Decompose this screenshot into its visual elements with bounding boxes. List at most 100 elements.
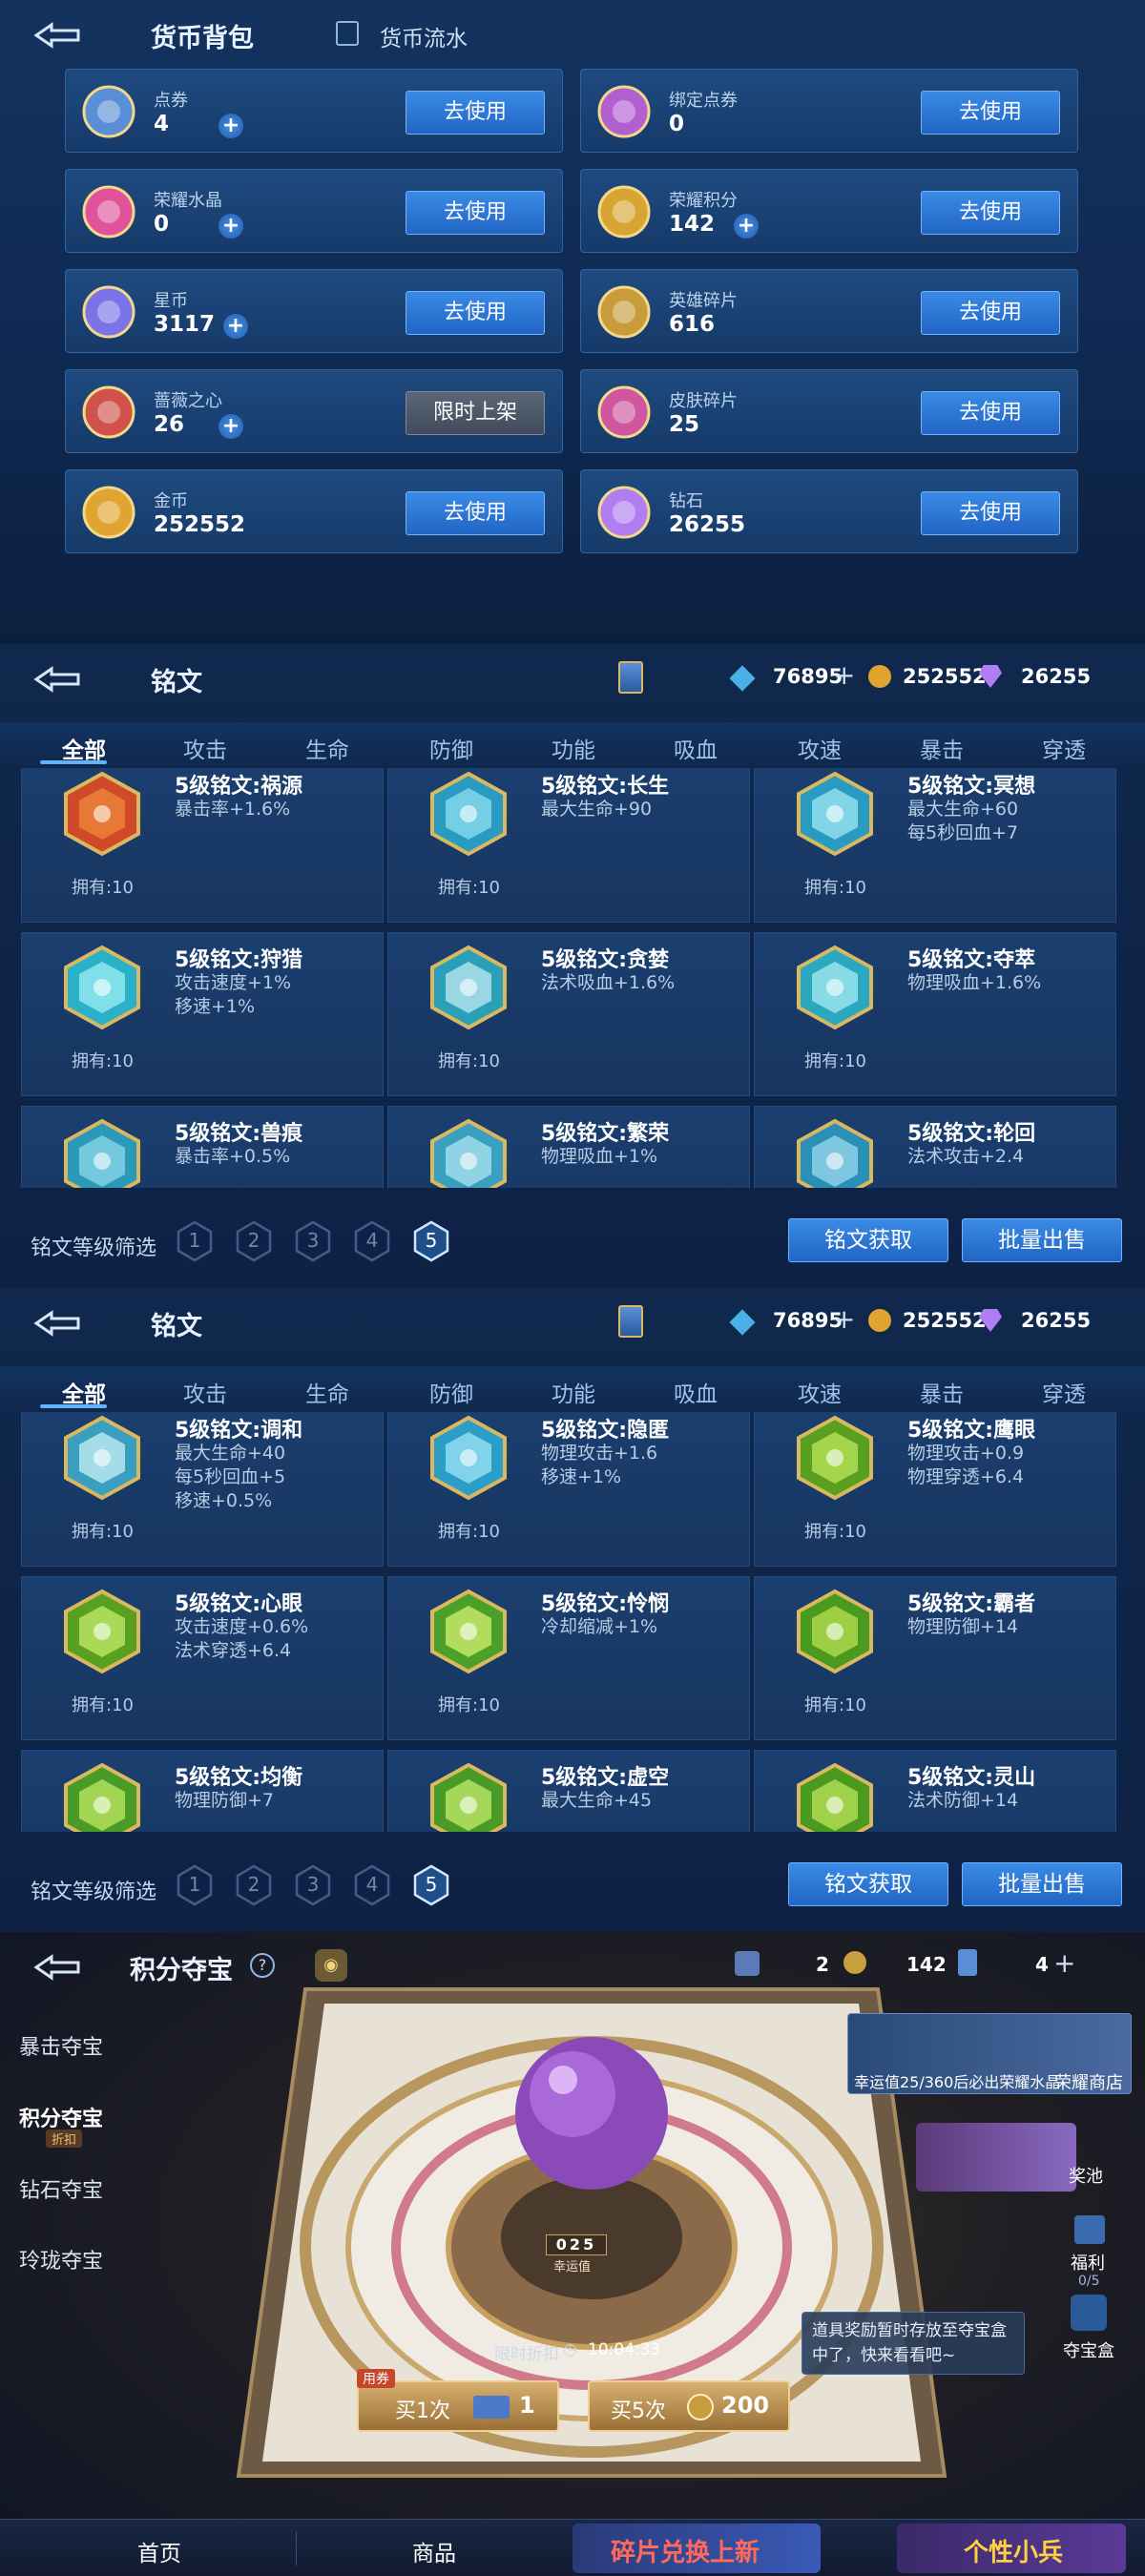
gift-icon[interactable] bbox=[1074, 2215, 1105, 2244]
prize-pool-banner[interactable] bbox=[916, 2123, 1076, 2192]
tab-rune-category[interactable]: 全部 bbox=[62, 1376, 106, 1408]
level-filter-button[interactable]: 5 bbox=[412, 1220, 450, 1262]
bag-icon[interactable]: ◉ bbox=[315, 1949, 347, 1982]
rune-card[interactable]: 5级铭文:怜悯 冷却缩减+1% 拥有:10 bbox=[387, 1576, 750, 1740]
buy-once-button[interactable]: 买1次 1 bbox=[357, 2380, 559, 2432]
tab-rune-category[interactable]: 穿透 bbox=[1042, 732, 1086, 764]
back-icon[interactable] bbox=[29, 1307, 86, 1340]
tab-exquisite-treasure[interactable]: 玲珑夺宝 bbox=[19, 2244, 103, 2275]
rune-card[interactable]: 5级铭文:均衡 物理防御+7 bbox=[21, 1750, 384, 1832]
use-currency-button[interactable]: 去使用 bbox=[406, 91, 545, 135]
add-currency-button[interactable]: + bbox=[223, 314, 248, 339]
batch-sell-button[interactable]: 批量出售 bbox=[962, 1218, 1122, 1262]
rune-card[interactable]: 5级铭文:长生 最大生命+90 拥有:10 bbox=[387, 768, 750, 923]
tab-rune-category[interactable]: 暴击 bbox=[920, 732, 964, 764]
rune-card[interactable]: 5级铭文:狩猎 攻击速度+1% 移速+1% 拥有:10 bbox=[21, 932, 384, 1096]
back-icon[interactable] bbox=[29, 19, 86, 52]
treasure-box-icon[interactable] bbox=[1071, 2295, 1107, 2331]
rune-stat: 攻击速度+1% bbox=[175, 972, 292, 993]
get-rune-button[interactable]: 铭文获取 bbox=[788, 1862, 948, 1906]
tab-rune-category[interactable]: 功能 bbox=[552, 1376, 595, 1408]
currency-card: 蔷薇之心 26 + 限时上架 bbox=[65, 369, 563, 453]
tab-crit-treasure[interactable]: 暴击夺宝 bbox=[19, 2030, 103, 2061]
use-currency-button[interactable]: 去使用 bbox=[921, 191, 1060, 235]
tab-rune-category[interactable]: 生命 bbox=[305, 1376, 349, 1408]
rune-card[interactable]: 5级铭文:隐匿 物理攻击+1.6 移速+1% 拥有:10 bbox=[387, 1412, 750, 1567]
rune-card[interactable]: 5级铭文:鹰眼 物理攻击+0.9 物理穿透+6.4 拥有:10 bbox=[754, 1412, 1116, 1567]
rune-card[interactable]: 5级铭文:灵山 法术防御+14 bbox=[754, 1750, 1116, 1832]
add-crystal-button[interactable]: + bbox=[833, 1303, 855, 1335]
use-currency-button[interactable]: 限时上架 bbox=[406, 391, 545, 435]
rune-card[interactable]: 5级铭文:祸源 暴击率+1.6% 拥有:10 bbox=[21, 768, 384, 923]
level-filter-button[interactable]: 1 bbox=[176, 1864, 214, 1906]
tab-rune-category[interactable]: 吸血 bbox=[674, 732, 718, 764]
level-filter-button[interactable]: 2 bbox=[235, 1864, 273, 1906]
rune-book-icon[interactable] bbox=[618, 1305, 643, 1338]
tab-rune-category[interactable]: 攻速 bbox=[798, 1376, 842, 1408]
gold-count: 252552 bbox=[903, 665, 987, 688]
rune-name: 5级铭文:虚空 bbox=[541, 1766, 670, 1790]
fragment-exchange-banner[interactable]: 碎片兑换上新 bbox=[572, 2524, 821, 2573]
tab-currency-flow[interactable]: 货币流水 bbox=[380, 20, 468, 52]
tab-rune-category[interactable]: 攻击 bbox=[183, 1376, 227, 1408]
rune-card[interactable]: 5级铭文:心眼 攻击速度+0.6% 法术穿透+6.4 拥有:10 bbox=[21, 1576, 384, 1740]
honor-points-icon bbox=[687, 2394, 714, 2420]
prize-pool-label[interactable]: 奖池 bbox=[1069, 2163, 1103, 2188]
minion-skin-banner[interactable]: 个性小兵 bbox=[897, 2524, 1126, 2573]
batch-sell-button[interactable]: 批量出售 bbox=[962, 1862, 1122, 1906]
nav-home[interactable]: 首页 bbox=[137, 2535, 181, 2567]
rune-card[interactable]: 5级铭文:虚空 最大生命+45 bbox=[387, 1750, 750, 1832]
add-currency-button[interactable]: + bbox=[219, 414, 243, 439]
tab-rune-category[interactable]: 防御 bbox=[429, 732, 473, 764]
tab-diamond-treasure[interactable]: 钻石夺宝 bbox=[19, 2173, 103, 2204]
use-currency-button[interactable]: 去使用 bbox=[406, 291, 545, 335]
rune-card[interactable]: 5级铭文:霸者 物理防御+14 拥有:10 bbox=[754, 1576, 1116, 1740]
level-filter-button[interactable]: 4 bbox=[353, 1864, 391, 1906]
tab-rune-category[interactable]: 生命 bbox=[305, 732, 349, 764]
get-rune-button[interactable]: 铭文获取 bbox=[788, 1218, 948, 1262]
rune-book-icon[interactable] bbox=[618, 661, 643, 694]
tab-rune-category[interactable]: 全部 bbox=[62, 732, 106, 764]
use-currency-button[interactable]: 去使用 bbox=[406, 491, 545, 535]
rune-card[interactable]: 5级铭文:兽痕 暴击率+0.5% bbox=[21, 1106, 384, 1188]
tab-rune-category[interactable]: 功能 bbox=[552, 732, 595, 764]
honor-shop-banner[interactable]: 幸运值25/360后必出荣耀水晶 荣耀商店 bbox=[847, 2013, 1132, 2094]
add-currency-button[interactable]: + bbox=[219, 214, 243, 239]
level-filter-button[interactable]: 1 bbox=[176, 1220, 214, 1262]
tab-rune-category[interactable]: 防御 bbox=[429, 1376, 473, 1408]
treasure-box-label[interactable]: 夺宝盒 bbox=[1063, 2337, 1114, 2362]
rune-card[interactable]: 5级铭文:贪婪 法术吸血+1.6% 拥有:10 bbox=[387, 932, 750, 1096]
add-crystal-button[interactable]: + bbox=[833, 659, 855, 691]
use-currency-button[interactable]: 去使用 bbox=[921, 91, 1060, 135]
tab-rune-category[interactable]: 穿透 bbox=[1042, 1376, 1086, 1408]
rune-card[interactable]: 5级铭文:冥想 最大生命+60 每5秒回血+7 拥有:10 bbox=[754, 768, 1116, 923]
level-filter-button[interactable]: 4 bbox=[353, 1220, 391, 1262]
rune-card[interactable]: 5级铭文:轮回 法术攻击+2.4 bbox=[754, 1106, 1116, 1188]
tab-rune-category[interactable]: 吸血 bbox=[674, 1376, 718, 1408]
level-filter-button[interactable]: 3 bbox=[294, 1864, 332, 1906]
level-filter-button[interactable]: 5 bbox=[412, 1864, 450, 1906]
use-currency-button[interactable]: 去使用 bbox=[921, 391, 1060, 435]
tab-rune-category[interactable]: 暴击 bbox=[920, 1376, 964, 1408]
add-currency-button[interactable]: + bbox=[219, 114, 243, 138]
back-icon[interactable] bbox=[29, 1951, 86, 1984]
tab-points-treasure[interactable]: 积分夺宝 bbox=[19, 2102, 103, 2132]
tab-rune-category[interactable]: 攻击 bbox=[183, 732, 227, 764]
tab-rune-category[interactable]: 攻速 bbox=[798, 732, 842, 764]
add-currency-button[interactable]: + bbox=[734, 214, 759, 239]
buy-five-button[interactable]: 买5次 200 bbox=[588, 2380, 790, 2432]
nav-goods[interactable]: 商品 bbox=[412, 2535, 456, 2567]
welfare-label[interactable]: 福利 bbox=[1071, 2250, 1105, 2275]
add-coupon-button[interactable]: + bbox=[1053, 1947, 1075, 1979]
level-filter-button[interactable]: 3 bbox=[294, 1220, 332, 1262]
use-currency-button[interactable]: 去使用 bbox=[921, 291, 1060, 335]
rune-footer: 铭文等级筛选 1 2 3 4 5 铭文获取 批量出售 bbox=[0, 1197, 1145, 1288]
rune-card[interactable]: 5级铭文:繁荣 物理吸血+1% bbox=[387, 1106, 750, 1188]
rune-card[interactable]: 5级铭文:夺萃 物理吸血+1.6% 拥有:10 bbox=[754, 932, 1116, 1096]
use-currency-button[interactable]: 去使用 bbox=[921, 491, 1060, 535]
rune-card[interactable]: 5级铭文:调和 最大生命+40 每5秒回血+5 移速+0.5% 拥有:10 bbox=[21, 1412, 384, 1567]
help-icon[interactable]: ? bbox=[250, 1953, 275, 1978]
level-filter-button[interactable]: 2 bbox=[235, 1220, 273, 1262]
use-currency-button[interactable]: 去使用 bbox=[406, 191, 545, 235]
back-icon[interactable] bbox=[29, 663, 86, 696]
